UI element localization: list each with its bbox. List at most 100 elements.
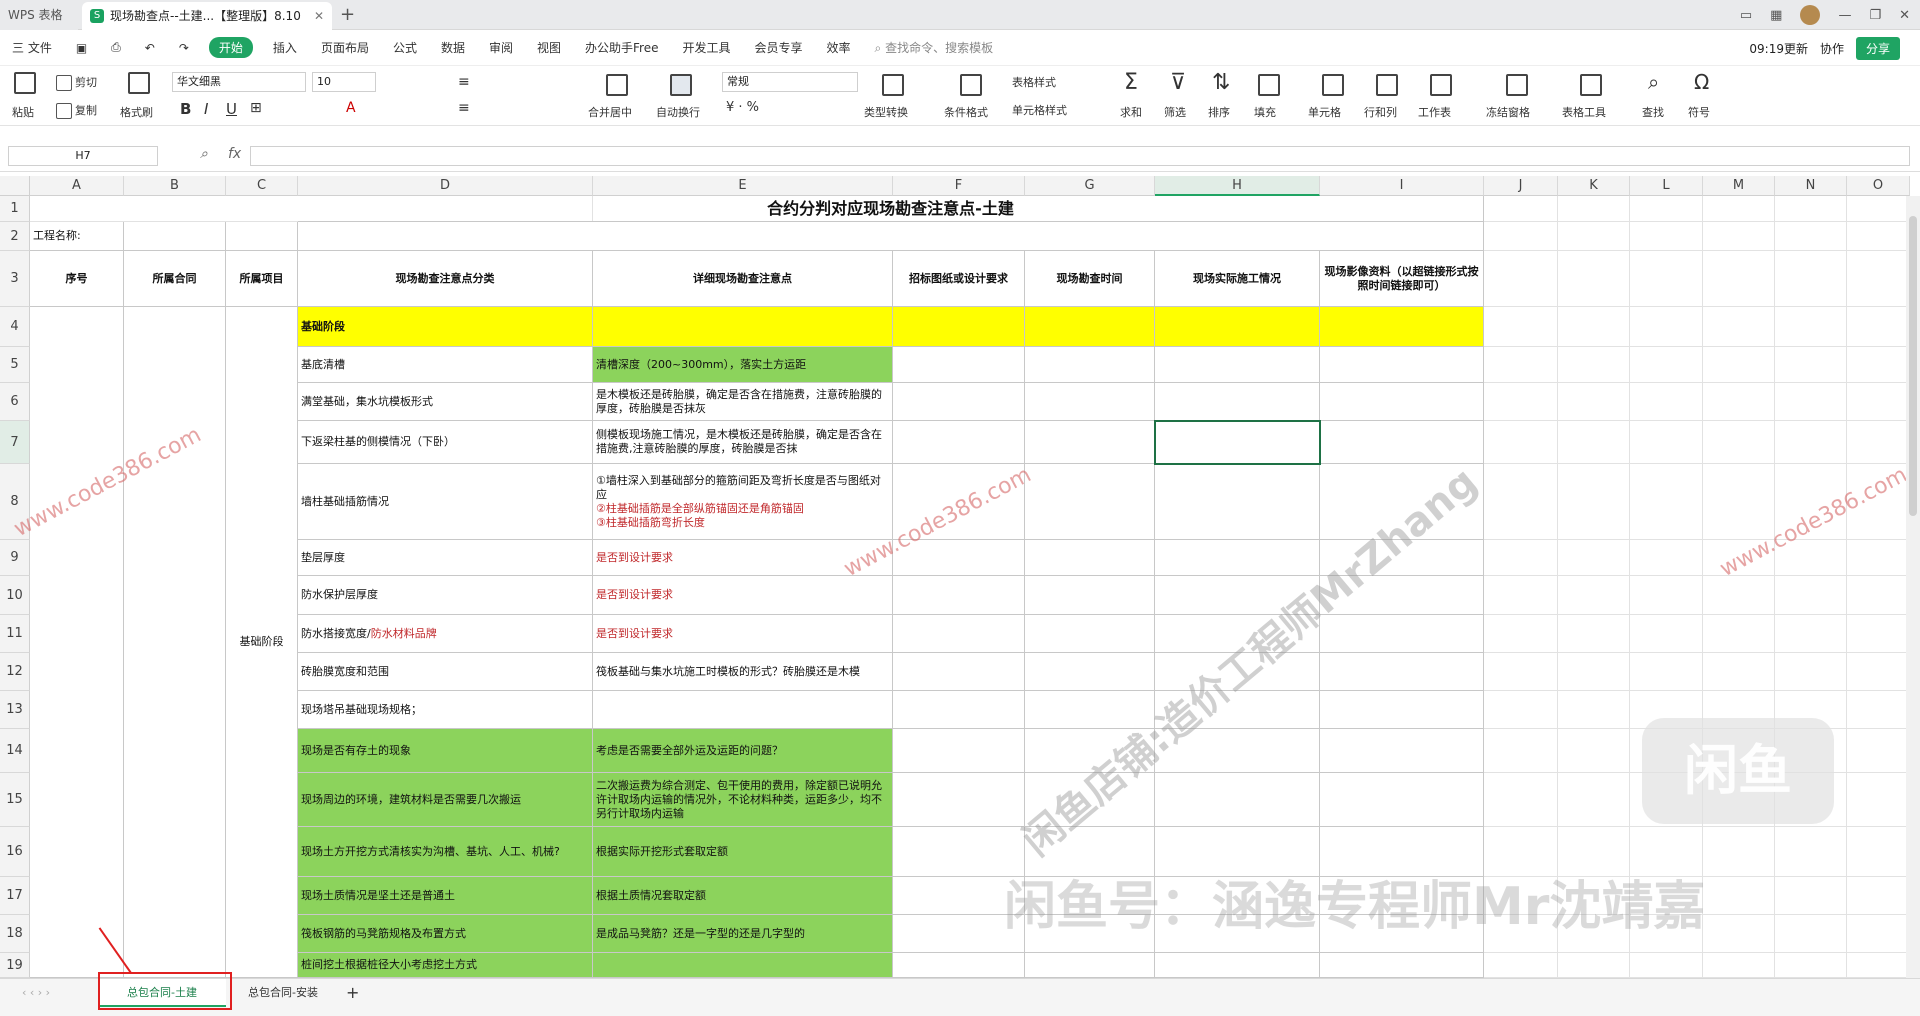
cell[interactable] bbox=[1320, 729, 1484, 773]
empty-cell[interactable] bbox=[1703, 347, 1775, 383]
add-sheet-button[interactable]: + bbox=[334, 979, 371, 1007]
cell[interactable] bbox=[1025, 383, 1155, 421]
header-category[interactable]: 现场勘查注意点分类 bbox=[298, 251, 593, 307]
row-header-6[interactable]: 6 bbox=[0, 383, 30, 421]
empty-cell[interactable] bbox=[1775, 421, 1847, 464]
empty-cell[interactable] bbox=[1630, 953, 1703, 978]
empty-cell[interactable] bbox=[1775, 307, 1847, 347]
empty-cell[interactable] bbox=[1558, 540, 1630, 576]
cell[interactable] bbox=[1025, 464, 1155, 540]
empty-cell[interactable] bbox=[1558, 347, 1630, 383]
row-header-9[interactable]: 9 bbox=[0, 540, 30, 576]
empty-cell[interactable] bbox=[1630, 540, 1703, 576]
empty-cell[interactable] bbox=[1630, 421, 1703, 464]
category-cell[interactable]: 现场周边的环境，建筑材料是否需要几次搬运 bbox=[298, 773, 593, 827]
close-window-icon[interactable]: ✕ bbox=[1899, 8, 1910, 23]
category-cell[interactable]: 桩间挖土根据桩径大小考虑挖土方式 bbox=[298, 953, 593, 978]
detail-cell[interactable]: 筏板基础与集水坑施工时模板的形式？砖胎膜还是木模 bbox=[593, 653, 893, 691]
category-cell[interactable]: 基底清槽 bbox=[298, 347, 593, 383]
empty-cell[interactable] bbox=[1558, 251, 1630, 307]
detail-cell[interactable]: 二次搬运费为综合测定、包干使用的费用，除定额已说明允许计取场内运输的情况外，不论… bbox=[593, 773, 893, 827]
font-size-select[interactable]: 10 bbox=[312, 72, 376, 92]
zoom-icon[interactable]: ⌕ bbox=[200, 146, 208, 162]
empty-cell[interactable] bbox=[1484, 691, 1558, 729]
cell[interactable] bbox=[1320, 773, 1484, 827]
fill-icon[interactable] bbox=[1258, 74, 1280, 96]
category-cell[interactable]: 基础阶段 bbox=[298, 307, 593, 347]
empty-cell[interactable] bbox=[1847, 953, 1910, 978]
cell[interactable] bbox=[1155, 307, 1320, 347]
font-color-button[interactable]: A bbox=[346, 100, 356, 116]
bold-button[interactable]: B bbox=[180, 100, 191, 118]
header-drawing[interactable]: 招标图纸或设计要求 bbox=[893, 251, 1025, 307]
empty-cell[interactable] bbox=[1484, 576, 1558, 615]
row-header-18[interactable]: 18 bbox=[0, 915, 30, 953]
sort-icon[interactable]: ⇅ bbox=[1212, 70, 1230, 95]
empty-cell[interactable] bbox=[1775, 576, 1847, 615]
row-header-11[interactable]: 11 bbox=[0, 615, 30, 653]
detail-cell[interactable]: 是否到设计要求 bbox=[593, 615, 893, 653]
empty-cell[interactable] bbox=[1775, 953, 1847, 978]
detail-cell[interactable]: 考虑是否需要全部外运及运距的问题？ bbox=[593, 729, 893, 773]
column-header-h[interactable]: H bbox=[1155, 176, 1320, 196]
cell[interactable] bbox=[1025, 307, 1155, 347]
sum-icon[interactable]: Σ bbox=[1124, 70, 1138, 95]
empty-cell[interactable] bbox=[1703, 421, 1775, 464]
header-actual[interactable]: 现场实际施工情况 bbox=[1155, 251, 1320, 307]
cell[interactable] bbox=[893, 307, 1025, 347]
category-cell[interactable]: 防水搭接宽度/防水材料品牌 bbox=[298, 615, 593, 653]
empty-cell[interactable] bbox=[1703, 222, 1775, 251]
merge-center-icon[interactable] bbox=[606, 74, 628, 96]
cell-button[interactable]: 单元格 bbox=[1308, 104, 1341, 120]
border-icon[interactable]: ⊞ bbox=[250, 100, 262, 116]
empty-cell[interactable] bbox=[1775, 222, 1847, 251]
menu-formula[interactable]: 公式 bbox=[381, 39, 429, 56]
paste-button[interactable]: 粘贴 bbox=[12, 104, 34, 120]
empty-cell[interactable] bbox=[1703, 383, 1775, 421]
empty-cell[interactable] bbox=[1703, 877, 1775, 915]
empty-cell[interactable] bbox=[1558, 691, 1630, 729]
empty-cell[interactable] bbox=[1630, 383, 1703, 421]
select-all-corner[interactable] bbox=[0, 176, 30, 196]
empty-cell[interactable] bbox=[1630, 222, 1703, 251]
cut-button[interactable]: 剪切 bbox=[56, 74, 97, 91]
category-cell[interactable]: 满堂基础，集水坑模板形式 bbox=[298, 383, 593, 421]
cell[interactable] bbox=[1320, 383, 1484, 421]
empty-cell[interactable] bbox=[1847, 653, 1910, 691]
project-name-label[interactable]: 工程名称: bbox=[30, 222, 124, 251]
empty-cell[interactable] bbox=[1847, 222, 1910, 251]
cell[interactable] bbox=[1320, 691, 1484, 729]
underline-button[interactable]: U bbox=[226, 100, 237, 118]
header-seq[interactable]: 序号 bbox=[30, 251, 124, 307]
column-header-g[interactable]: G bbox=[1025, 176, 1155, 196]
empty-cell[interactable] bbox=[1558, 307, 1630, 347]
menu-file[interactable]: 三 文件 bbox=[0, 39, 64, 56]
empty-cell[interactable] bbox=[1775, 915, 1847, 953]
category-cell[interactable]: 筏板钢筋的马凳筋规格及布置方式 bbox=[298, 915, 593, 953]
table-tools-icon[interactable] bbox=[1580, 74, 1602, 96]
empty-cell[interactable] bbox=[1847, 196, 1910, 222]
column-header-a[interactable]: A bbox=[30, 176, 124, 196]
header-item[interactable]: 所属项目 bbox=[226, 251, 298, 307]
sheet-title[interactable]: 合约分判对应现场勘查注意点-土建 bbox=[298, 196, 1484, 222]
convert-icon[interactable] bbox=[882, 74, 904, 96]
empty-cell[interactable] bbox=[1703, 615, 1775, 653]
menu-developer[interactable]: 开发工具 bbox=[670, 39, 742, 56]
cell[interactable] bbox=[1155, 464, 1320, 540]
row-header-7[interactable]: 7 bbox=[0, 421, 30, 464]
cell[interactable] bbox=[893, 773, 1025, 827]
detail-cell[interactable] bbox=[593, 691, 893, 729]
menu-start[interactable]: 开始 bbox=[208, 37, 253, 58]
empty-cell[interactable] bbox=[1775, 615, 1847, 653]
empty-cell[interactable] bbox=[1775, 383, 1847, 421]
header-detail[interactable]: 详细现场勘查注意点 bbox=[593, 251, 893, 307]
cell[interactable] bbox=[893, 383, 1025, 421]
empty-cell[interactable] bbox=[1775, 827, 1847, 877]
restore-icon[interactable]: ❐ bbox=[1869, 8, 1881, 23]
cell[interactable] bbox=[1155, 540, 1320, 576]
column-header-e[interactable]: E bbox=[593, 176, 893, 196]
empty-cell[interactable] bbox=[1484, 196, 1558, 222]
menu-data[interactable]: 数据 bbox=[429, 39, 477, 56]
column-header-f[interactable]: F bbox=[893, 176, 1025, 196]
detail-cell[interactable]: 是木模板还是砖胎膜，确定是否含在措施费，注意砖胎膜的厚度，砖胎膜是否抹灰 bbox=[593, 383, 893, 421]
